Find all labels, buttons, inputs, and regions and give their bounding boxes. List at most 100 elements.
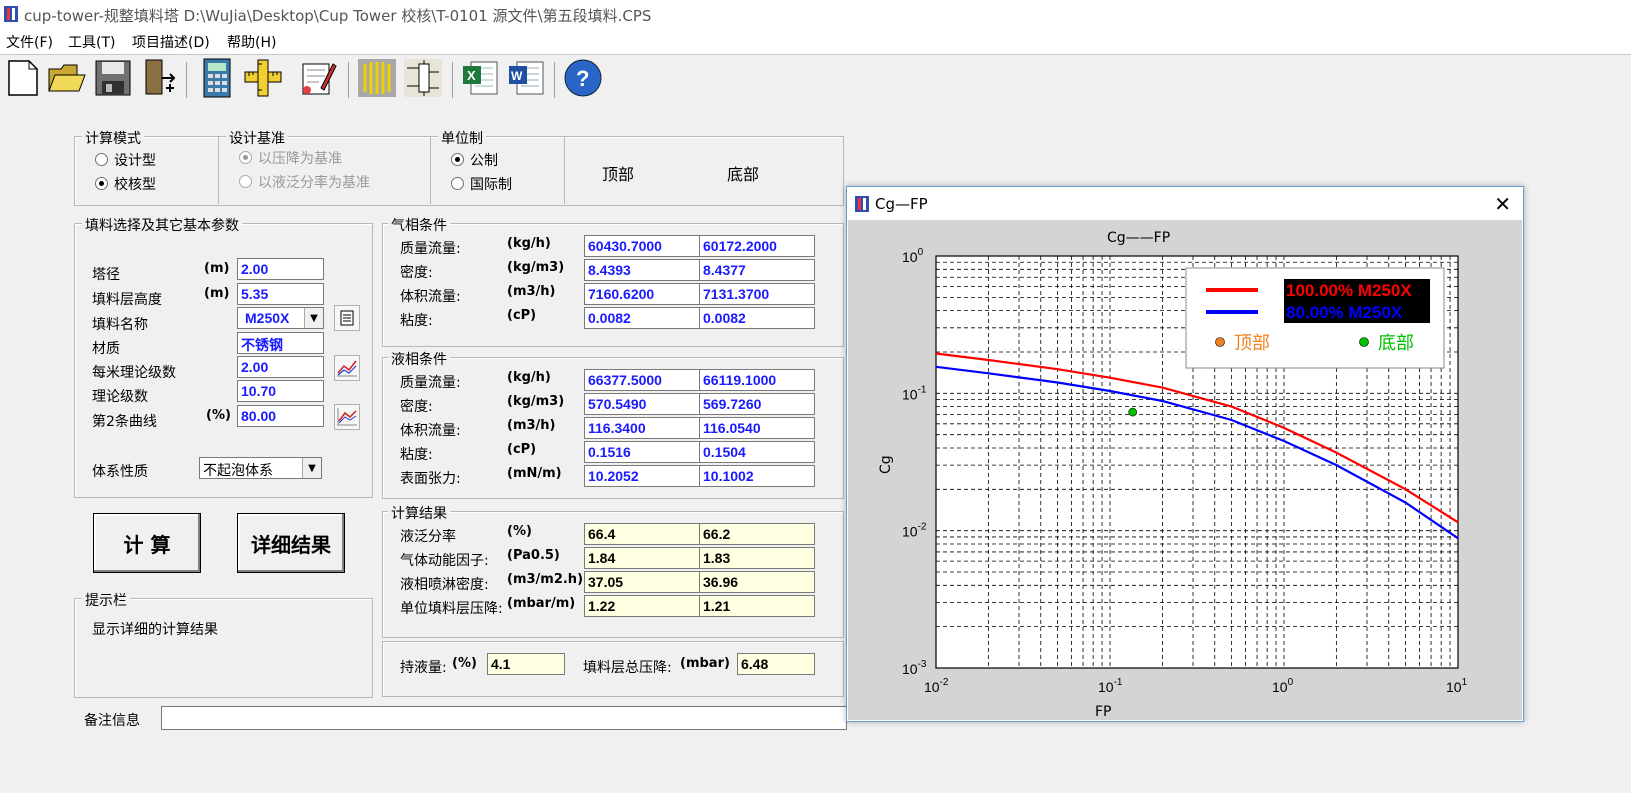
total-dp-field[interactable]: 6.48: [737, 653, 815, 675]
curve-button[interactable]: [334, 355, 360, 381]
system-select[interactable]: 不起泡体系 ▼: [199, 457, 322, 479]
calc-mode-check-label: 校核型: [114, 177, 156, 193]
notes-field[interactable]: [161, 706, 847, 730]
menu-help[interactable]: 帮助(H): [227, 32, 276, 52]
divider: [218, 137, 219, 204]
help-button[interactable]: ?: [562, 57, 604, 99]
exit-button[interactable]: [138, 57, 180, 99]
result-bottom-field[interactable]: 1.83: [699, 547, 815, 569]
holdup-unit: (%): [452, 656, 477, 671]
calc-mode-design-label: 设计型: [114, 153, 156, 169]
chart-area: Cg——FP FP Cg 10-2 10-1 100 101 100 10-1 10-2 10-3 1…: [848, 220, 1522, 720]
gas-bottom-field[interactable]: 8.4377: [699, 259, 815, 281]
liquid-bottom-field[interactable]: 569.7260: [699, 393, 815, 415]
liquid-bottom-field[interactable]: 66119.1000: [699, 369, 815, 391]
unit-intl-label: 国际制: [470, 177, 512, 193]
close-icon[interactable]: ✕: [1494, 192, 1511, 216]
result-bottom-field[interactable]: 66.2: [699, 523, 815, 545]
chart-button[interactable]: [334, 404, 360, 430]
unit-metric-radio[interactable]: [451, 153, 464, 166]
word-button[interactable]: W: [506, 57, 548, 99]
result-top-field[interactable]: 66.4: [584, 523, 700, 545]
gas-bottom-field[interactable]: 0.0082: [699, 307, 815, 329]
liquid-bottom-field[interactable]: 0.1504: [699, 441, 815, 463]
gas-top-field[interactable]: 60430.7000: [584, 235, 700, 257]
result-top-field[interactable]: 1.84: [584, 547, 700, 569]
liquid-bottom-field[interactable]: 116.0540: [699, 417, 815, 439]
tower-button[interactable]: [402, 57, 444, 99]
material-field[interactable]: 不锈钢: [237, 332, 324, 354]
result-bottom-field[interactable]: 36.96: [699, 571, 815, 593]
menu-tools[interactable]: 工具(T): [68, 32, 115, 52]
holdup-field[interactable]: 4.1: [487, 653, 565, 675]
liquid-top-field[interactable]: 570.5490: [584, 393, 700, 415]
menu-file[interactable]: 文件(F): [6, 32, 53, 52]
unit-intl-radio[interactable]: [451, 177, 464, 190]
basis-pressure-radio[interactable]: [239, 151, 252, 164]
x-tick-label: 101: [1446, 677, 1468, 695]
toolbar-separator: [186, 62, 187, 98]
calculator-button[interactable]: [196, 57, 238, 99]
exit-icon: [145, 59, 176, 95]
total-dp-label: 填料层总压降:: [583, 660, 672, 676]
packing-label: 填料名称: [92, 317, 148, 333]
excel-button[interactable]: X: [460, 57, 502, 99]
liquid-top-field[interactable]: 0.1516: [584, 441, 700, 463]
tower-icon: [404, 59, 442, 97]
chart-window: Cg—FP ✕ Cg——FP FP Cg 10-2 10-1 100 101 100 10-1 1…: [846, 186, 1524, 722]
liquid-top-field[interactable]: 66377.5000: [584, 369, 700, 391]
new-file-icon: [8, 60, 38, 96]
y-tick-label: 100: [902, 247, 924, 265]
stages-per-meter-field[interactable]: 2.00: [237, 356, 324, 378]
gas-top-field[interactable]: 7160.6200: [584, 283, 700, 305]
diameter-field[interactable]: 2.00: [237, 258, 324, 280]
results-label: 液泛分率: [400, 529, 456, 545]
new-file-button[interactable]: [1, 57, 43, 99]
bed-height-field[interactable]: 5.35: [237, 283, 324, 305]
calc-mode-check-radio[interactable]: [95, 177, 108, 190]
liquid-unit: (kg/h): [507, 370, 551, 385]
packing-name-select[interactable]: M250X ▼: [237, 307, 324, 329]
results-unit: (%): [507, 524, 532, 539]
legend-marker: [1215, 337, 1225, 347]
packing-library-button[interactable]: [334, 305, 360, 331]
packing-icon: [358, 59, 396, 97]
open-button[interactable]: [46, 57, 88, 99]
result-bottom-field[interactable]: 1.21: [699, 595, 815, 617]
theoretical-stages-field[interactable]: 10.70: [237, 380, 324, 402]
gas-bottom-field[interactable]: 7131.3700: [699, 283, 815, 305]
legend-point-label: 底部: [1378, 333, 1414, 354]
liquid-top-field[interactable]: 10.2052: [584, 465, 700, 487]
calculate-button[interactable]: 计 算: [93, 513, 201, 573]
gas-title: 气相条件: [388, 215, 450, 235]
gas-top-field[interactable]: 0.0082: [584, 307, 700, 329]
gas-unit: (m3/h): [507, 284, 556, 299]
y-tick-label: 10-2: [902, 522, 927, 540]
liquid-title: 液相条件: [388, 349, 450, 369]
basis-flood-radio[interactable]: [239, 175, 252, 188]
liquid-bottom-field[interactable]: 10.1002: [699, 465, 815, 487]
menu-project-description[interactable]: 项目描述(D): [132, 32, 210, 52]
gas-bottom-field[interactable]: 60172.2000: [699, 235, 815, 257]
gas-label: 体积流量:: [400, 289, 461, 305]
save-button[interactable]: [92, 57, 134, 99]
result-top-field[interactable]: 1.22: [584, 595, 700, 617]
calc-mode-design-radio[interactable]: [95, 153, 108, 166]
packing-button[interactable]: [356, 57, 398, 99]
results-label: 单位填料层压降:: [400, 601, 503, 617]
detail-results-button[interactable]: 详细结果: [237, 513, 345, 573]
gas-top-field[interactable]: 8.4393: [584, 259, 700, 281]
packing-unit: (m): [204, 286, 230, 301]
liquid-top-field[interactable]: 116.3400: [584, 417, 700, 439]
edit-button[interactable]: [296, 57, 338, 99]
packing-label: 材质: [92, 341, 120, 357]
calc-mode-title: 计算模式: [82, 128, 144, 148]
save-icon: [95, 60, 131, 96]
second-curve-field[interactable]: 80.00: [237, 405, 324, 427]
legend-label: 100.00% M250X: [1286, 281, 1412, 300]
ruler-button[interactable]: [242, 57, 284, 99]
liquid-label: 体积流量:: [400, 423, 461, 439]
result-top-field[interactable]: 37.05: [584, 571, 700, 593]
x-tick-label: 10-2: [924, 677, 949, 695]
y-tick-label: 10-1: [902, 384, 927, 402]
